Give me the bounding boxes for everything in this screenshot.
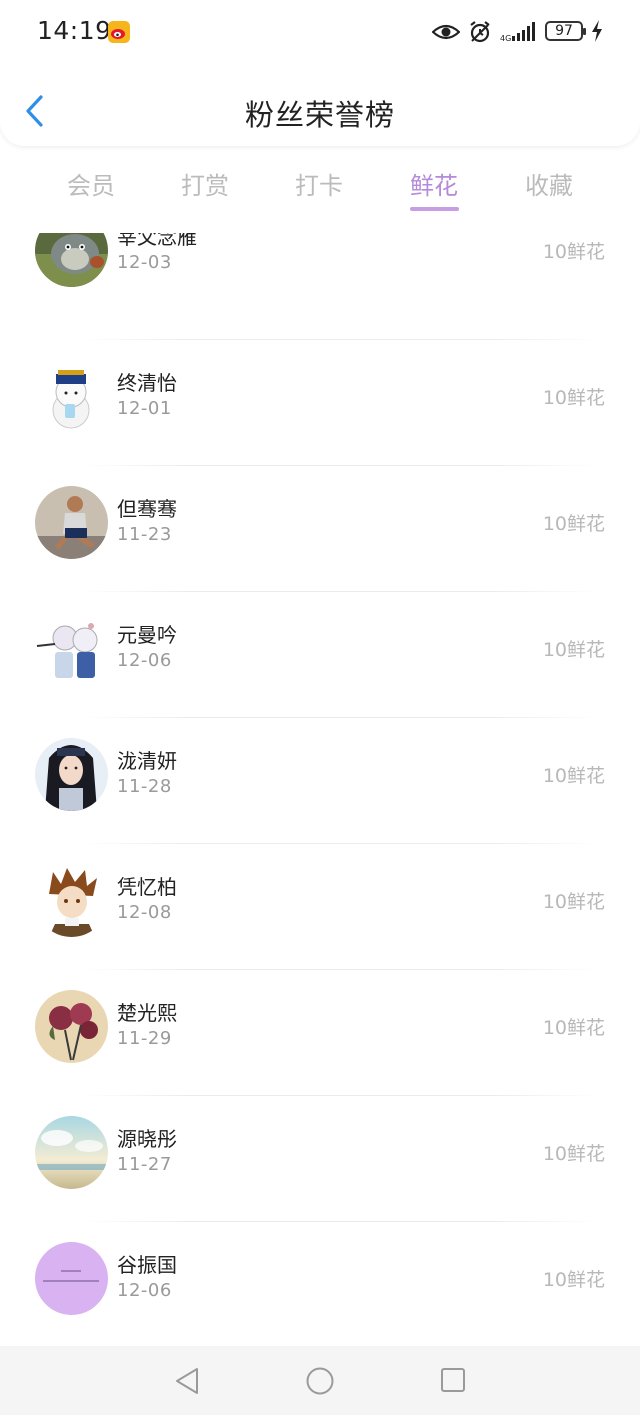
date: 11-28 (117, 776, 172, 797)
avatar (35, 738, 108, 811)
user-name: 但骞骞 (117, 497, 177, 521)
weibo-icon (108, 21, 130, 43)
tab-flowers[interactable]: 鲜花 (384, 166, 484, 201)
avatar (35, 990, 108, 1063)
avatar (35, 864, 108, 937)
flower-amount: 10鲜花 (542, 1017, 605, 1039)
date: 11-23 (117, 524, 172, 545)
list-item[interactable]: 凭忆柏 12-08 10鲜花 (0, 843, 640, 969)
nav-back-icon[interactable] (173, 1366, 201, 1400)
user-name: 楚光熙 (117, 1001, 177, 1025)
user-name: 终清怡 (117, 371, 177, 395)
flower-amount: 10鲜花 (542, 387, 605, 409)
alarm-icon (468, 20, 492, 48)
divider (80, 1095, 600, 1096)
active-tab-indicator (410, 207, 459, 211)
battery-icon: 97 (545, 21, 586, 41)
avatar (35, 233, 108, 287)
user-name: 元曼吟 (117, 623, 177, 647)
nav-home-icon[interactable] (305, 1366, 335, 1400)
list-item[interactable]: 谷振国 12-06 10鲜花 (0, 1221, 640, 1345)
signal-icon: 4G (500, 21, 538, 47)
flower-amount: 10鲜花 (542, 241, 605, 263)
flower-amount: 10鲜花 (542, 513, 605, 535)
status-time: 14:19 (37, 16, 112, 45)
fans-list: 宰父念雁 12-03 10鲜花 终清怡 12-01 10鲜花 但骞骞 11-23… (0, 233, 640, 1345)
divider (80, 339, 600, 340)
flower-amount: 10鲜花 (542, 1269, 605, 1291)
flower-amount: 10鲜花 (542, 639, 605, 661)
date: 12-01 (117, 398, 172, 419)
user-name: 泷清妍 (117, 749, 177, 773)
user-name: 宰父念雁 (117, 233, 197, 249)
list-item[interactable]: 源晓彤 11-27 10鲜花 (0, 1095, 640, 1221)
divider (80, 1221, 600, 1222)
list-item[interactable]: 但骞骞 11-23 10鲜花 (0, 465, 640, 591)
tab-tip[interactable]: 打赏 (155, 166, 255, 201)
divider (80, 591, 600, 592)
tab-member[interactable]: 会员 (41, 166, 141, 201)
status-bar: 14:19 4G 97 (0, 0, 640, 64)
date: 11-29 (117, 1028, 172, 1049)
list-item[interactable]: 楚光熙 11-29 10鲜花 (0, 969, 640, 1095)
divider (80, 969, 600, 970)
avatar (35, 360, 108, 433)
user-name: 谷振国 (117, 1253, 177, 1277)
list-item[interactable]: 元曼吟 12-06 10鲜花 (0, 591, 640, 717)
tab-checkin[interactable]: 打卡 (269, 166, 369, 201)
tab-bar: 会员 打赏 打卡 鲜花 收藏 (0, 150, 640, 220)
avatar (35, 1116, 108, 1189)
divider (80, 843, 600, 844)
charging-bolt-icon (590, 19, 604, 47)
date: 11-27 (117, 1154, 172, 1175)
system-nav-bar (0, 1346, 640, 1415)
flower-amount: 10鲜花 (542, 1143, 605, 1165)
avatar (35, 612, 108, 685)
flower-amount: 10鲜花 (542, 891, 605, 913)
date: 12-08 (117, 902, 172, 923)
date: 12-06 (117, 1280, 172, 1301)
eye-icon (431, 22, 461, 46)
avatar (35, 1242, 108, 1315)
nav-recent-icon[interactable] (440, 1367, 468, 1399)
date: 12-03 (117, 252, 172, 273)
list-item[interactable]: 宰父念雁 12-03 10鲜花 (0, 233, 640, 339)
divider (80, 465, 600, 466)
svg-text:4G: 4G (500, 34, 511, 43)
tab-favorites[interactable]: 收藏 (499, 166, 599, 201)
list-item[interactable]: 终清怡 12-01 10鲜花 (0, 339, 640, 465)
avatar (35, 486, 108, 559)
user-name: 凭忆柏 (117, 875, 177, 899)
list-item[interactable]: 泷清妍 11-28 10鲜花 (0, 717, 640, 843)
divider (80, 717, 600, 718)
date: 12-06 (117, 650, 172, 671)
page-title: 粉丝荣誉榜 (244, 98, 395, 132)
page-header: 粉丝荣誉榜 (0, 64, 640, 146)
user-name: 源晓彤 (117, 1127, 177, 1151)
flower-amount: 10鲜花 (542, 765, 605, 787)
